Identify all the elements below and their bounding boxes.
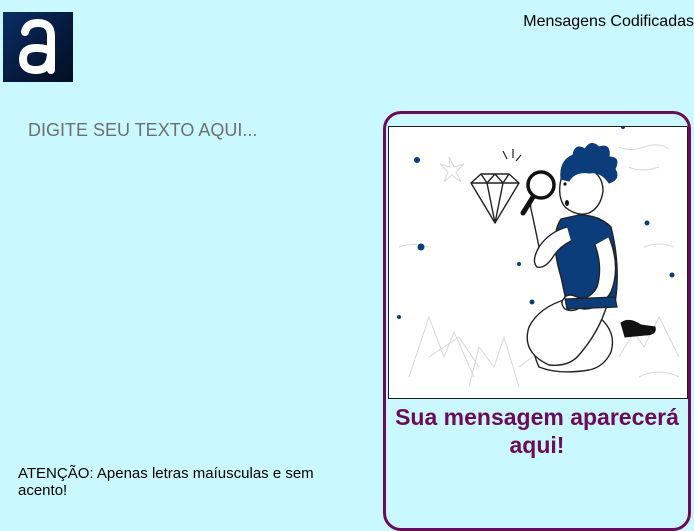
person-magnifying-glass-diamond-illustration <box>397 127 680 388</box>
output-panel: Sua mensagem aparecerá aqui! <box>383 111 691 531</box>
page-title: Mensagens Codificadas <box>523 13 694 30</box>
brand-logo <box>3 12 73 82</box>
warning-text: ATENÇÃO: Apenas letras maíusculas e sem … <box>18 465 314 499</box>
message-input[interactable] <box>18 112 358 442</box>
brand-logo-icon <box>19 18 55 74</box>
output-message: Sua mensagem aparecerá aqui! <box>395 404 679 458</box>
output-illustration <box>388 126 688 399</box>
